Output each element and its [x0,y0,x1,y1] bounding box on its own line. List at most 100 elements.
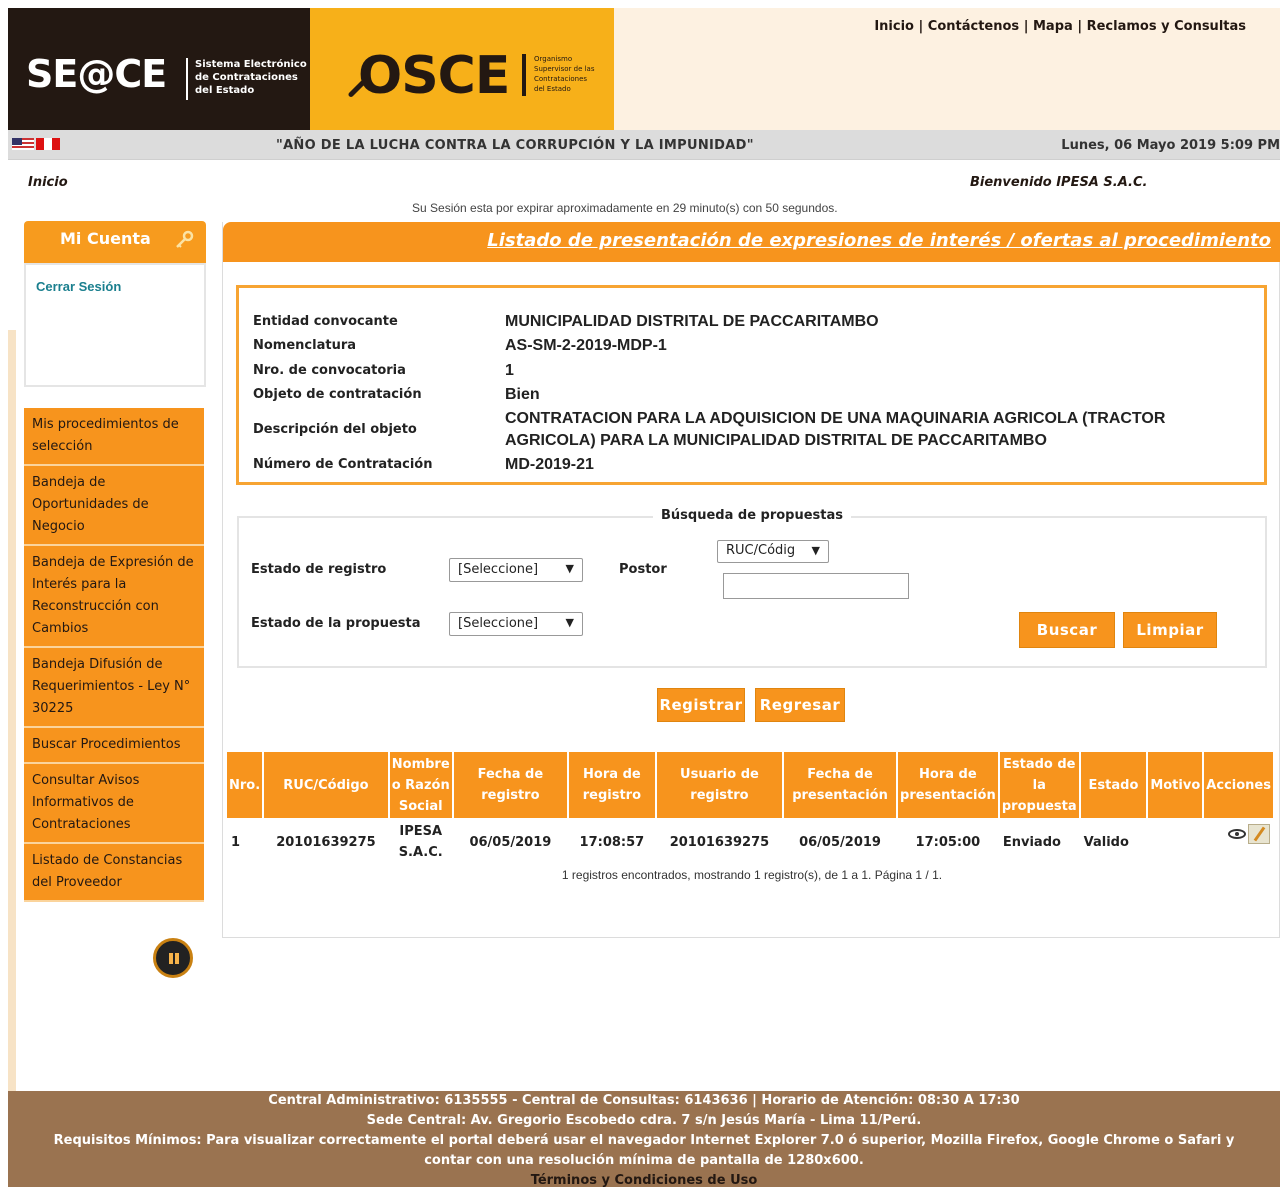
sidebar-menu: Mis procedimientos de selección Bandeja … [24,408,204,902]
results-table: Nro. RUC/Código Nombre o Razón Social Fe… [227,752,1275,866]
osce-subtitle-line: Supervisor de las [534,65,595,73]
language-flags [12,136,64,152]
pause-button[interactable] [153,938,193,978]
table-header-row: Nro. RUC/Código Nombre o Razón Social Fe… [227,752,1275,818]
nomenclatura-label: Nomenclatura [253,338,357,353]
main-header: Listado de presentación de expresiones d… [223,222,1280,262]
chevron-down-icon: ▼ [565,562,574,575]
osce-logo-text: OSCE [358,46,510,106]
sidebar-item-expresion-interes[interactable]: Bandeja de Expresión de Interés para la … [24,546,204,648]
col-header-motivo: Motivo [1147,752,1205,818]
col-header-acciones: Acciones [1203,752,1275,818]
seace-logo-text: SE@CE [26,52,167,96]
col-header-estado: Estado [1079,752,1149,818]
estado-propuesta-label: Estado de la propuesta [251,616,421,631]
main-panel: Listado de presentación de expresiones d… [222,222,1280,938]
link-separator: | [1023,19,1033,34]
estado-propuesta-select[interactable]: [Seleccione] ▼ [449,612,583,636]
estado-registro-label: Estado de registro [251,562,387,577]
terms-link[interactable]: Términos y Condiciones de Uso [8,1171,1280,1187]
estado-registro-select[interactable]: [Seleccione] ▼ [449,558,583,582]
seace-subtitle-line: del Estado [195,85,255,96]
slogan-bar: "AÑO DE LA LUCHA CONTRA LA CORRUPCIÓN Y … [8,130,1280,160]
postor-type-selected: RUC/Códig [726,543,796,558]
link-separator: | [918,19,928,34]
seace-subtitle-line: de Contrataciones [195,72,298,83]
osce-logo[interactable]: OSCE Organismo Supervisor de las Contrat… [310,8,614,130]
view-icon[interactable] [1228,829,1246,839]
top-links: Inicio | Contáctenos | Mapa | Reclamos y… [874,19,1246,34]
seace-logo[interactable]: SE@CE Sistema Electrónico de Contratacio… [8,8,310,130]
cell-nombre: IPESA S.A.C. [398,824,443,860]
col-header-fecha-presentacion: Fecha de presentación [783,752,898,818]
postor-input[interactable] [723,573,909,599]
estado-propuesta-selected: [Seleccione] [458,616,539,631]
descripcion-value-line: AGRICOLA) PARA LA MUNICIPALIDAD DISTRITA… [505,432,1047,449]
key-icon [176,230,194,248]
breadcrumb[interactable]: Inicio [28,175,68,190]
link-contactenos[interactable]: Contáctenos [928,19,1019,34]
cell-usuario-registro: 20101639275 [669,834,770,850]
cell-hora-registro: 17:08:57 [579,834,645,850]
footer-address: Sede Central: Av. Gregorio Escobedo cdra… [366,1113,922,1128]
sidebar-item-avisos[interactable]: Consultar Avisos Informativos de Contrat… [24,764,204,844]
logout-link[interactable]: Cerrar Sesión [36,279,121,294]
table-row: 1 20101639275 IPESA S.A.C. 06/05/2019 17… [227,818,1274,866]
link-mapa[interactable]: Mapa [1033,19,1073,34]
account-title: Mi Cuenta [60,229,151,248]
seace-subtitle-line: Sistema Electrónico [195,59,307,70]
left-accent-bar [8,330,16,1100]
col-header-hora-registro: Hora de registro [568,752,657,818]
osce-subtitle-line: del Estado [534,85,571,93]
col-header-estado-propuesta: Estado de la propuesta [998,752,1081,818]
cell-estado-propuesta: Enviado [1002,834,1061,850]
convocatoria-label: Nro. de convocatoria [253,363,406,378]
limpiar-button[interactable]: Limpiar [1123,612,1217,648]
sidebar-item-mis-procedimientos[interactable]: Mis procedimientos de selección [24,408,204,466]
sidebar-item-constancias[interactable]: Listado de Constancias del Proveedor [24,844,204,902]
cell-hora-presentacion: 17:05:00 [915,834,981,850]
link-inicio[interactable]: Inicio [874,19,914,34]
registrar-button[interactable]: Registrar [657,688,745,722]
us-flag-icon[interactable] [12,138,34,150]
sidebar-item-difusion-requerimientos[interactable]: Bandeja Difusión de Requerimientos - Ley… [24,648,204,728]
col-header-nombre: Nombre o Razón Social [388,752,454,818]
session-timer: Su Sesión esta por expirar aproximadamen… [412,201,838,215]
footer-resolution: contar con una resolución mínima de pant… [424,1153,864,1168]
cell-ruc: 20101639275 [276,834,376,850]
link-reclamos[interactable]: Reclamos y Consultas [1087,19,1246,34]
peru-flag-icon[interactable] [36,138,60,150]
cell-motivo [1147,818,1203,866]
edit-icon[interactable] [1248,824,1270,844]
logo-divider [186,58,188,100]
osce-subtitle: Organismo Supervisor de las Contratacion… [534,54,594,94]
sidebar-item-buscar-procedimientos[interactable]: Buscar Procedimientos [24,728,204,764]
cell-estado: Valido [1083,834,1129,850]
page: SE@CE Sistema Electrónico de Contratacio… [8,8,1280,1187]
entidad-label: Entidad convocante [253,314,398,329]
header: SE@CE Sistema Electrónico de Contratacio… [8,8,1280,130]
account-panel: Cerrar Sesión [24,263,206,387]
current-date: Lunes, 06 Mayo 2019 5:09 PM [1061,138,1280,153]
entidad-value: MUNICIPALIDAD DISTRITAL DE PACCARITAMBO [505,313,879,330]
col-header-fecha-registro: Fecha de registro [452,752,570,818]
postor-type-select[interactable]: RUC/Códig ▼ [717,540,829,563]
page-title: Listado de presentación de expresiones d… [487,230,1271,251]
seace-subtitle: Sistema Electrónico de Contrataciones de… [195,58,307,97]
postor-label: Postor [619,562,667,577]
footer-contact: Central Administrativo: 6135555 - Centra… [268,1093,1020,1108]
col-header-nro: Nro. [227,752,265,818]
regresar-button[interactable]: Regresar [755,688,845,722]
buscar-button[interactable]: Buscar [1019,612,1115,648]
search-form: Búsqueda de propuestas Estado de registr… [237,508,1267,668]
sidebar-item-oportunidades[interactable]: Bandeja de Oportunidades de Negocio [24,466,204,546]
header-links-area: Inicio | Contáctenos | Mapa | Reclamos y… [614,8,1280,130]
records-summary: 1 registros encontrados, mostrando 1 reg… [561,868,943,882]
link-separator: | [1077,19,1087,34]
osce-subtitle-line: Contrataciones [534,75,588,83]
col-header-hora-presentacion: Hora de presentación [896,752,1000,818]
footer-requirements: Requisitos Mínimos: Para visualizar corr… [53,1133,1235,1148]
cell-acciones [1203,818,1274,866]
objeto-label: Objeto de contratación [253,387,422,402]
account-header: Mi Cuenta [24,221,206,263]
